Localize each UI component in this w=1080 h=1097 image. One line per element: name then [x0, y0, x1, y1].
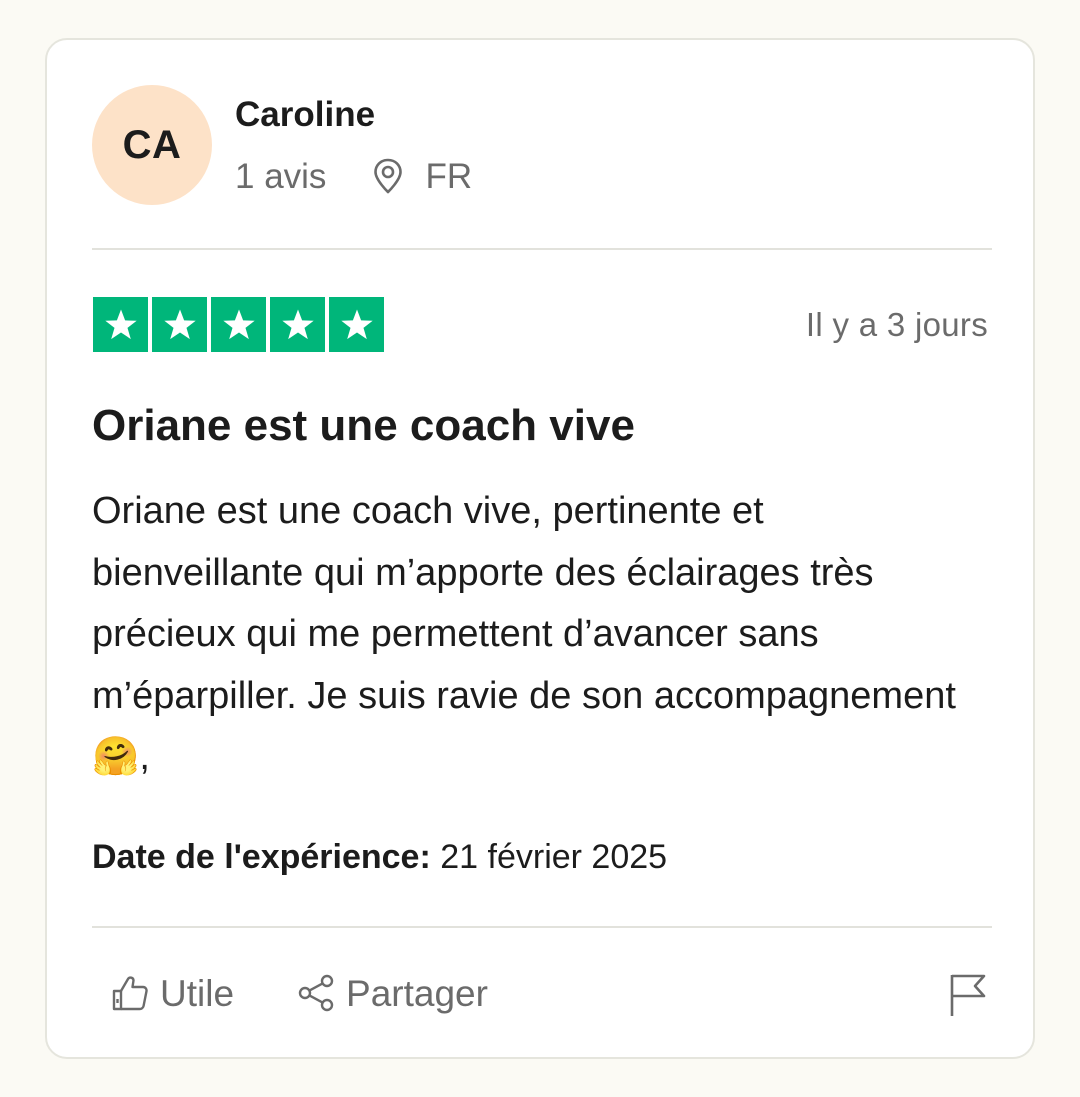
- reviewer-name[interactable]: Caroline: [235, 97, 375, 132]
- useful-button[interactable]: Utile: [110, 972, 234, 1014]
- divider: [92, 926, 992, 928]
- divider: [92, 248, 992, 250]
- experience-date: Date de l'expérience: 21 février 2025: [92, 840, 667, 874]
- reviewer-country: FR: [425, 156, 473, 196]
- review-card: CA Caroline 1 avis FR Il y a 3 jours Ori…: [45, 38, 1035, 1059]
- experience-date-value: 21 février 2025: [440, 838, 668, 876]
- reviewer-header: CA Caroline 1 avis FR: [92, 85, 992, 207]
- review-actions: Utile Partager: [110, 972, 488, 1014]
- star-rating: [93, 297, 384, 352]
- star-icon: [281, 308, 314, 339]
- star-icon: [340, 308, 373, 339]
- rating-star: [329, 297, 384, 352]
- rating-star: [93, 297, 148, 352]
- flag-icon[interactable]: [948, 972, 988, 1018]
- share-button[interactable]: Partager: [296, 972, 488, 1014]
- review-title[interactable]: Oriane est une coach vive: [92, 404, 635, 448]
- rating-star: [211, 297, 266, 352]
- star-icon: [163, 308, 196, 339]
- star-icon: [222, 308, 255, 339]
- useful-label: Utile: [160, 972, 235, 1014]
- rating-star: [270, 297, 325, 352]
- share-icon: [298, 974, 334, 1012]
- experience-date-label: Date de l'expérience:: [92, 838, 431, 876]
- avatar[interactable]: CA: [92, 85, 212, 205]
- thumbs-up-icon: [112, 976, 148, 1011]
- location-pin-icon: [374, 158, 403, 194]
- star-icon: [104, 308, 137, 339]
- rating-star: [152, 297, 207, 352]
- review-posted-date: Il y a 3 jours: [805, 306, 988, 343]
- share-label: Partager: [346, 972, 488, 1014]
- reviewer-meta: 1 avis FR: [235, 157, 472, 195]
- review-count: 1 avis: [235, 156, 327, 196]
- review-body: Oriane est une coach vive, pertinente et…: [92, 490, 956, 778]
